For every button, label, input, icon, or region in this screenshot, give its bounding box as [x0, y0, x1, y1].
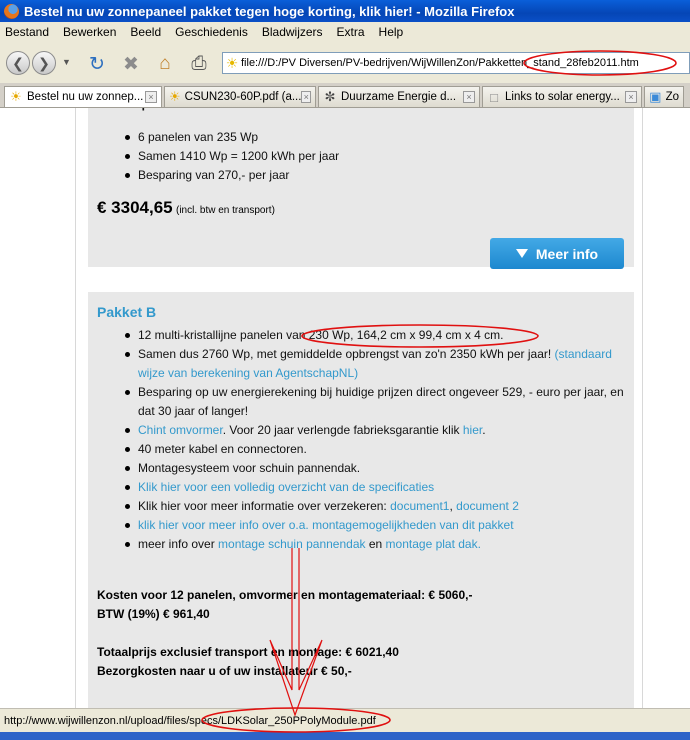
- status-url: http://www.wijwillenzon.nl/upload/files/…: [4, 714, 376, 727]
- list-item: Montagesysteem voor schuin pannendak.: [88, 459, 626, 478]
- list-item: Besparing op uw energierekening bij huid…: [88, 383, 626, 421]
- back-button[interactable]: ❮: [6, 51, 30, 75]
- tab-csun[interactable]: ☀ CSUN230-60P.pdf (a... ×: [164, 86, 316, 107]
- garantie-hier-link[interactable]: hier: [463, 423, 482, 437]
- list-item: meer info over montage schuin pannendak …: [88, 535, 626, 554]
- chint-omvormer-link[interactable]: Chint omvormer: [138, 423, 223, 437]
- costs-block-2: Totaalprijs exclusief transport en monta…: [97, 643, 399, 681]
- tab-bestel[interactable]: ☀ Bestel nu uw zonnep... ×: [4, 86, 162, 107]
- close-tab-icon[interactable]: ×: [145, 91, 157, 103]
- list-item: 40 meter kabel en connectoren.: [88, 440, 626, 459]
- list-item: Chint omvormer. Voor 20 jaar verlengde f…: [88, 421, 626, 440]
- firefox-icon: [4, 3, 19, 19]
- menu-extra[interactable]: Extra: [330, 25, 372, 39]
- close-tab-icon[interactable]: ×: [301, 91, 311, 103]
- address-bar[interactable]: ☀ file:///D:/PV Diversen/PV-bedrijven/Wi…: [222, 52, 690, 74]
- image-icon: ▣: [649, 89, 662, 104]
- pakket-a-cut-heading: 6 zonnepanelen met toebehoren: [97, 108, 297, 113]
- status-bar: http://www.wijwillenzon.nl/upload/files/…: [0, 708, 690, 732]
- menu-beeld[interactable]: Beeld: [123, 25, 168, 39]
- cost-line: Kosten voor 12 panelen, omvormer en mont…: [97, 588, 473, 602]
- cost-line: Bezorgkosten naar u of uw installateur €…: [97, 664, 352, 678]
- reload-icon[interactable]: ↻: [86, 53, 108, 75]
- sun-icon: ☀: [10, 89, 22, 104]
- swirl-icon: ✼: [324, 89, 336, 104]
- menu-help[interactable]: Help: [372, 25, 411, 39]
- montage-schuin-link[interactable]: montage schuin pannendak: [218, 537, 365, 551]
- close-tab-icon[interactable]: ×: [463, 91, 475, 103]
- pakket-b-list: 12 multi-kristallijne panelen van 230 Wp…: [88, 326, 634, 554]
- list-item: Besparing van 270,- per jaar: [88, 166, 628, 185]
- price-value: € 3304,65: [97, 198, 173, 217]
- document1-link[interactable]: document1: [390, 499, 449, 513]
- menu-bewerken[interactable]: Bewerken: [56, 25, 123, 39]
- montage-info-link[interactable]: klik hier voor meer info over o.a. monta…: [138, 518, 514, 532]
- tab-zo[interactable]: ▣ Zo: [644, 86, 684, 107]
- document2-link[interactable]: document 2: [456, 499, 519, 513]
- list-item: 12 multi-kristallijne panelen van 230 Wp…: [88, 326, 626, 345]
- address-url: file:///D:/PV Diversen/PV-bedrijven/WijW…: [241, 57, 639, 69]
- tab-strip: ☀ Bestel nu uw zonnep... × ☀ CSUN230-60P…: [0, 84, 690, 108]
- stop-icon[interactable]: ✖: [120, 53, 142, 75]
- printer-icon[interactable]: ⎙: [188, 53, 210, 75]
- cost-line: BTW (19%) € 961,40: [97, 607, 210, 621]
- page-icon: □: [490, 89, 498, 105]
- forward-arrow-icon: ❯: [38, 54, 50, 71]
- close-tab-icon[interactable]: ×: [625, 91, 637, 103]
- forward-button[interactable]: ❯: [32, 51, 56, 75]
- montage-plat-link[interactable]: montage plat dak.: [386, 537, 481, 551]
- price-note: (incl. btw en transport): [175, 205, 275, 216]
- page-content: 6 zonnepanelen met toebehoren 6 panelen …: [0, 108, 690, 708]
- taskbar: [0, 732, 690, 740]
- back-arrow-icon: ❮: [12, 54, 24, 71]
- pakket-a-list: 6 panelen van 235 Wp Samen 1410 Wp = 120…: [88, 128, 628, 185]
- history-dropdown-icon[interactable]: ▼: [62, 57, 71, 67]
- cost-line: Totaalprijs exclusief transport en monta…: [97, 645, 399, 659]
- menu-bestand[interactable]: Bestand: [0, 25, 56, 39]
- triangle-down-icon: [515, 249, 528, 258]
- home-icon[interactable]: ⌂: [154, 53, 176, 75]
- tab-duurzame-energie[interactable]: ✼ Duurzame Energie d... ×: [318, 86, 480, 107]
- menu-geschiedenis[interactable]: Geschiedenis: [168, 25, 255, 39]
- menu-bladwijzers[interactable]: Bladwijzers: [255, 25, 330, 39]
- list-item: Samen 1410 Wp = 1200 kWh per jaar: [88, 147, 628, 166]
- costs-block-1: Kosten voor 12 panelen, omvormer en mont…: [97, 586, 472, 624]
- list-item: Samen dus 2760 Wp, met gemiddelde opbren…: [88, 345, 626, 383]
- specificaties-link[interactable]: Klik hier voor een volledig overzicht va…: [138, 480, 434, 494]
- pakket-a-price: € 3304,65 (incl. btw en transport): [97, 198, 275, 218]
- list-item: Klik hier voor een volledig overzicht va…: [88, 478, 626, 497]
- window-title-bar: Bestel nu uw zonnepaneel pakket tegen ho…: [0, 0, 690, 22]
- list-item: klik hier voor meer info over o.a. monta…: [88, 516, 626, 535]
- list-item: 6 panelen van 235 Wp: [88, 128, 628, 147]
- pakket-b-title: Pakket B: [97, 304, 157, 320]
- menu-bar: Bestand Bewerken Beeld Geschiedenis Blad…: [0, 22, 690, 42]
- meer-info-button[interactable]: Meer info: [490, 238, 624, 269]
- sun-icon: ☀: [169, 89, 181, 104]
- site-sun-icon: ☀: [225, 54, 239, 71]
- tab-links-solar[interactable]: □ Links to solar energy... ×: [482, 86, 642, 107]
- window-title: Bestel nu uw zonnepaneel pakket tegen ho…: [24, 3, 515, 19]
- list-item: Klik hier voor meer informatie over verz…: [88, 497, 626, 516]
